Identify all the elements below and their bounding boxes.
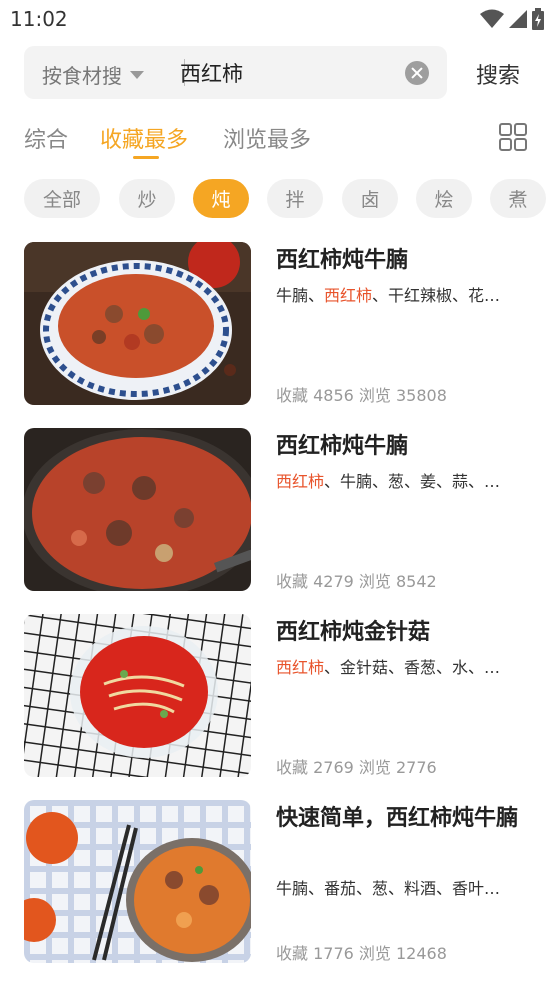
ingredients-text: 、牛腩、葱、姜、蒜、…: [324, 472, 501, 491]
filter-chip-stew[interactable]: 炖: [193, 179, 249, 218]
grid-view-icon[interactable]: [498, 122, 528, 152]
tab-comprehensive[interactable]: 综合: [24, 122, 68, 154]
search-type-dropdown[interactable]: 按食材搜: [42, 60, 144, 89]
search-button[interactable]: 搜索: [476, 58, 520, 90]
filter-chip-stir-fry[interactable]: 炒: [119, 179, 175, 218]
recipe-stats: 收藏 1776 浏览 12468: [276, 944, 447, 963]
recipe-title: 西红柿炖金针菇: [276, 620, 431, 645]
recipe-ingredients: 牛腩、西红柿、干红辣椒、花…: [276, 282, 526, 306]
search-box: 按食材搜: [24, 46, 447, 99]
recipe-card[interactable]: 西红柿炖牛腩 牛腩、西红柿、干红辣椒、花… 收藏 4856 浏览 35808: [24, 242, 530, 405]
recipe-card[interactable]: 西红柿炖金针菇 西红柿、金针菇、香葱、水、… 收藏 2769 浏览 2776: [24, 614, 530, 777]
ingredient-highlight: 西红柿: [276, 472, 325, 491]
ingredient-highlight: 西红柿: [276, 658, 325, 677]
ingredients-text: 牛腩、番茄、葱、料酒、香叶…: [276, 879, 501, 898]
battery-charging-icon: [532, 8, 544, 34]
status-time: 11:02: [10, 7, 68, 31]
recipe-thumbnail: [24, 428, 251, 591]
status-icons: [480, 8, 544, 34]
filter-chip-saute[interactable]: 烩: [416, 179, 472, 218]
signal-icon: [508, 9, 528, 33]
filter-chip-braise[interactable]: 卤: [342, 179, 398, 218]
recipe-thumbnail: [24, 242, 251, 405]
recipe-thumbnail: [24, 800, 251, 963]
clear-icon[interactable]: [405, 61, 429, 85]
recipe-card[interactable]: 快速简单，西红柿炖牛腩 牛腩、番茄、葱、料酒、香叶… 收藏 1776 浏览 12…: [24, 800, 530, 963]
recipe-stats: 收藏 4279 浏览 8542: [276, 572, 437, 591]
tab-most-viewed[interactable]: 浏览最多: [223, 122, 311, 154]
filter-chip-boil[interactable]: 煮: [490, 179, 546, 218]
filter-chip-all[interactable]: 全部: [24, 179, 100, 218]
recipe-ingredients: 西红柿、金针菇、香葱、水、…: [276, 654, 526, 678]
ingredients-text: 、干红辣椒、花…: [372, 286, 501, 305]
active-tab-indicator: [133, 156, 159, 159]
ingredients-text: 牛腩、: [276, 286, 325, 305]
recipe-card[interactable]: 西红柿炖牛腩 西红柿、牛腩、葱、姜、蒜、… 收藏 4279 浏览 8542: [24, 428, 530, 591]
recipe-ingredients: 牛腩、番茄、葱、料酒、香叶…: [276, 875, 526, 899]
recipe-title: 西红柿炖牛腩: [276, 248, 409, 273]
status-bar: 11:02: [0, 0, 554, 38]
recipe-stats: 收藏 4856 浏览 35808: [276, 386, 447, 405]
recipe-title: 西红柿炖牛腩: [276, 434, 409, 459]
wifi-icon: [480, 9, 504, 33]
search-input[interactable]: [180, 54, 400, 91]
recipe-thumbnail: [24, 614, 251, 777]
recipe-title: 快速简单，西红柿炖牛腩: [276, 806, 519, 831]
ingredient-highlight: 西红柿: [324, 286, 373, 305]
tab-most-favorited[interactable]: 收藏最多: [100, 122, 188, 154]
recipe-ingredients: 西红柿、牛腩、葱、姜、蒜、…: [276, 468, 526, 492]
ingredients-text: 、金针菇、香葱、水、…: [324, 658, 501, 677]
caret-down-icon: [130, 70, 144, 79]
recipe-stats: 收藏 2769 浏览 2776: [276, 758, 437, 777]
filter-chip-mix[interactable]: 拌: [267, 179, 323, 218]
search-type-label: 按食材搜: [42, 64, 122, 88]
